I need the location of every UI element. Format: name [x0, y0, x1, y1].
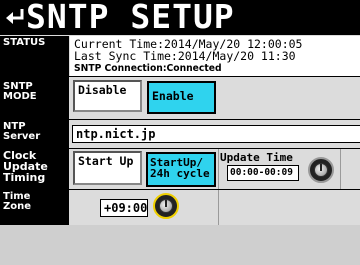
ntp-server-input[interactable]: ntp.nict.jp: [72, 125, 360, 143]
time-zone-label-line2: Zone: [3, 201, 32, 212]
status-row: STATUS Current Time:2014/May/20 12:00:05…: [0, 36, 360, 76]
update-time-knob-icon[interactable]: [308, 157, 334, 183]
ntp-server-content: ntp.nict.jp: [70, 120, 360, 148]
vertical-separator: [340, 149, 341, 189]
startup-24h-cycle-button[interactable]: StartUp/ 24h cycle: [146, 152, 216, 187]
sntp-setup-screen: SNTP SETUP STATUS Current Time:2014/May/…: [0, 0, 360, 265]
time-zone-row: Time Zone +09:00: [0, 190, 360, 225]
last-sync-text: Last Sync Time:2014/May/20 11:30: [74, 49, 296, 63]
sntp-mode-label-line2: MODE: [3, 91, 37, 102]
back-arrow-icon[interactable]: [3, 6, 25, 28]
ntp-server-label: NTP Server: [0, 120, 69, 148]
ntp-server-row: NTP Server ntp.nict.jp: [0, 120, 360, 148]
disable-button[interactable]: Disable: [73, 80, 142, 112]
status-label: STATUS: [0, 36, 69, 76]
clock-update-row: Clock Update Timing Start Up StartUp/ 24…: [0, 149, 360, 189]
time-zone-field[interactable]: +09:00: [100, 199, 148, 217]
sntp-mode-label: SNTP MODE: [0, 77, 69, 119]
connection-status-text: SNTP Connection:Connected: [74, 63, 222, 74]
clock-update-content: Start Up StartUp/ 24h cycle Update Time …: [70, 149, 360, 189]
clock-update-label-line3: Timing: [3, 171, 46, 184]
clock-update-label: Clock Update Timing: [0, 149, 69, 189]
title-bar: SNTP SETUP: [0, 0, 360, 36]
start-up-button[interactable]: Start Up: [73, 151, 142, 185]
vertical-separator: [218, 149, 219, 189]
sntp-mode-content: Disable Enable: [70, 77, 360, 119]
update-time-label: Update Time: [220, 151, 293, 164]
ntp-server-label-line2: Server: [3, 131, 41, 142]
enable-button[interactable]: Enable: [147, 81, 216, 114]
bottom-bar: [0, 225, 360, 265]
time-zone-label: Time Zone: [0, 190, 69, 225]
time-zone-content: +09:00: [70, 190, 360, 225]
vertical-separator: [218, 190, 219, 225]
status-content: Current Time:2014/May/20 12:00:05 Last S…: [70, 36, 360, 76]
startup-24h-line2: 24h cycle: [150, 167, 210, 180]
sntp-mode-row: SNTP MODE Disable Enable: [0, 77, 360, 119]
time-zone-knob-icon[interactable]: [153, 193, 179, 219]
page-title: SNTP SETUP: [26, 0, 235, 36]
update-time-field[interactable]: 00:00-00:09: [227, 165, 299, 181]
